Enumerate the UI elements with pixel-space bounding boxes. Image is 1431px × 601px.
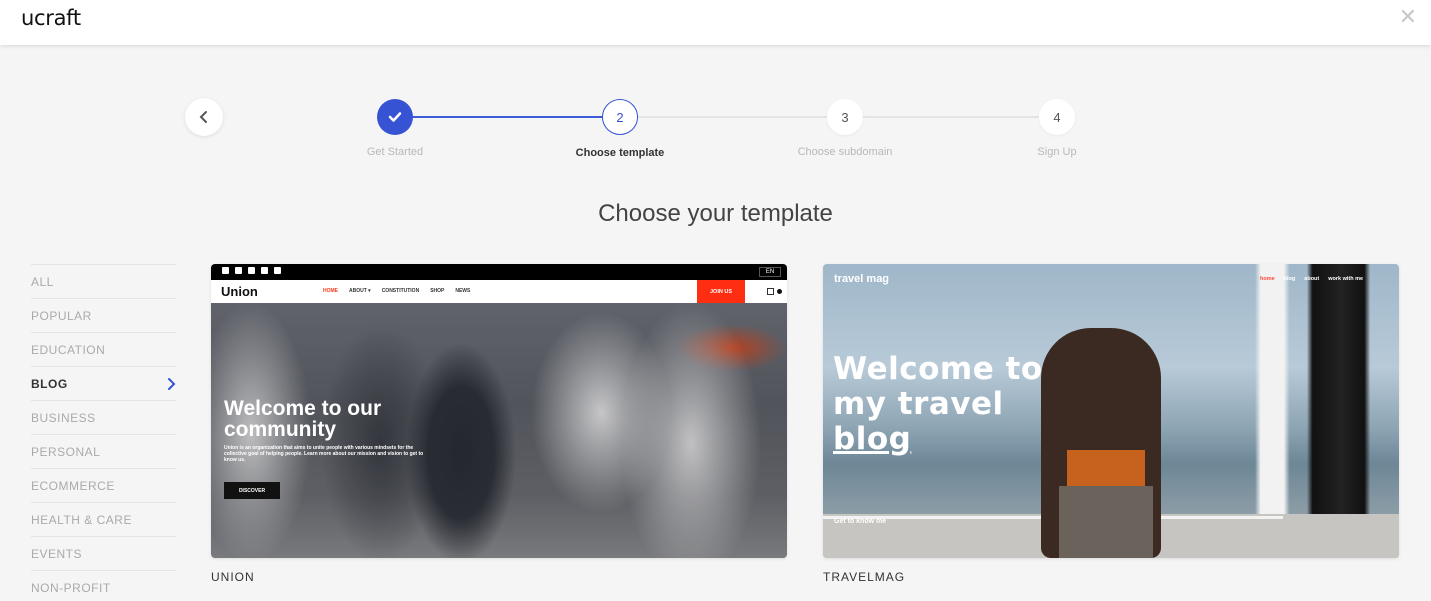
preview-brand: Union bbox=[221, 284, 258, 299]
category-health-care[interactable]: HEALTH & CARE bbox=[31, 502, 176, 536]
preview-menu-item: CONSTITUTION bbox=[381, 288, 420, 294]
template-card-union[interactable]: EN Union HOME ABOUT ▾ CONSTITUTION SHOP … bbox=[211, 264, 787, 558]
category-blog[interactable]: BLOG bbox=[31, 366, 176, 400]
ucraft-logo[interactable]: ucraft bbox=[21, 6, 81, 30]
category-label: HEALTH & CARE bbox=[31, 512, 132, 527]
check-icon bbox=[388, 112, 402, 122]
preview-hero-text: Union is an organization that aims to un… bbox=[224, 445, 424, 463]
step-1-label: Get Started bbox=[366, 146, 424, 158]
category-label: BLOG bbox=[31, 376, 68, 391]
category-business[interactable]: BUSINESS bbox=[31, 400, 176, 434]
template-card-travelmag[interactable]: travel mag home blog about work with me … bbox=[823, 264, 1399, 558]
preview-hero-image: Welcome to our community Union is an org… bbox=[211, 303, 787, 558]
step-2-indicator[interactable]: 2 bbox=[602, 99, 638, 135]
step-4-label: Sign Up bbox=[1037, 146, 1077, 158]
page-title: Choose your template bbox=[598, 200, 833, 227]
preview-menu-item: home bbox=[1260, 276, 1275, 282]
preview-menu-item: ABOUT ▾ bbox=[349, 288, 371, 294]
back-button[interactable] bbox=[185, 98, 223, 136]
social-icons bbox=[222, 267, 281, 274]
category-label: PERSONAL bbox=[31, 444, 101, 459]
category-label: BUSINESS bbox=[31, 410, 96, 425]
preview-menu-item: NEWS bbox=[455, 288, 471, 294]
template-name-union[interactable]: UNION bbox=[211, 570, 255, 584]
language-selector: EN bbox=[759, 267, 781, 277]
template-name-travelmag[interactable]: TRAVELMAG bbox=[823, 570, 905, 584]
category-label: ECOMMERCE bbox=[31, 478, 115, 493]
category-label: EDUCATION bbox=[31, 342, 106, 357]
step-3-label: Choose subdomain bbox=[797, 146, 893, 158]
category-education[interactable]: EDUCATION bbox=[31, 332, 176, 366]
category-label: ALL bbox=[31, 274, 54, 289]
category-popular[interactable]: POPULAR bbox=[31, 298, 176, 332]
preview-brand: travel mag bbox=[834, 273, 890, 285]
stepper-progress-line bbox=[395, 116, 620, 118]
step-4-indicator: 4 bbox=[1039, 99, 1075, 135]
category-all[interactable]: ALL bbox=[31, 264, 176, 298]
preview-menu-item: SHOP bbox=[430, 288, 445, 294]
step-2-label: Choose template bbox=[575, 147, 665, 159]
preview-menu-item: about bbox=[1304, 276, 1320, 282]
preview-menu: HOME ABOUT ▾ CONSTITUTION SHOP NEWS bbox=[323, 288, 470, 294]
category-non-profit[interactable]: NON-PROFIT bbox=[31, 570, 176, 601]
cart-icon bbox=[767, 288, 774, 295]
preview-menu: home blog about work with me bbox=[1260, 276, 1363, 282]
close-icon[interactable]: ✕ bbox=[1399, 6, 1417, 28]
preview-cta-link: Get to know me bbox=[834, 518, 887, 525]
preview-hero-title: Welcome to our community bbox=[224, 397, 382, 441]
step-1-indicator[interactable] bbox=[377, 99, 413, 135]
step-3-indicator: 3 bbox=[827, 99, 863, 135]
chevron-right-icon bbox=[168, 377, 176, 390]
category-ecommerce[interactable]: ECOMMERCE bbox=[31, 468, 176, 502]
category-label: NON-PROFIT bbox=[31, 580, 111, 595]
user-icon bbox=[777, 289, 782, 294]
preview-join-button: JOIN US bbox=[697, 280, 745, 303]
preview-menu-item: work with me bbox=[1328, 276, 1364, 282]
preview-hero-title: Welcome to my travel blog bbox=[833, 351, 1043, 457]
preview-menu-item: blog bbox=[1283, 276, 1296, 282]
category-label: EVENTS bbox=[31, 546, 83, 561]
preview-navbar: Union HOME ABOUT ▾ CONSTITUTION SHOP NEW… bbox=[211, 280, 787, 303]
category-sidebar: ALL POPULAR EDUCATION BLOG BUSINESS PERS… bbox=[31, 264, 176, 601]
category-personal[interactable]: PERSONAL bbox=[31, 434, 176, 468]
preview-social-bar: EN bbox=[211, 264, 787, 280]
category-label: POPULAR bbox=[31, 308, 92, 323]
chevron-left-icon bbox=[199, 111, 207, 123]
preview-discover-button: DISCOVER bbox=[224, 482, 280, 499]
top-bar: ucraft ✕ bbox=[0, 0, 1431, 45]
category-events[interactable]: EVENTS bbox=[31, 536, 176, 570]
preview-menu-item: HOME bbox=[323, 288, 338, 294]
